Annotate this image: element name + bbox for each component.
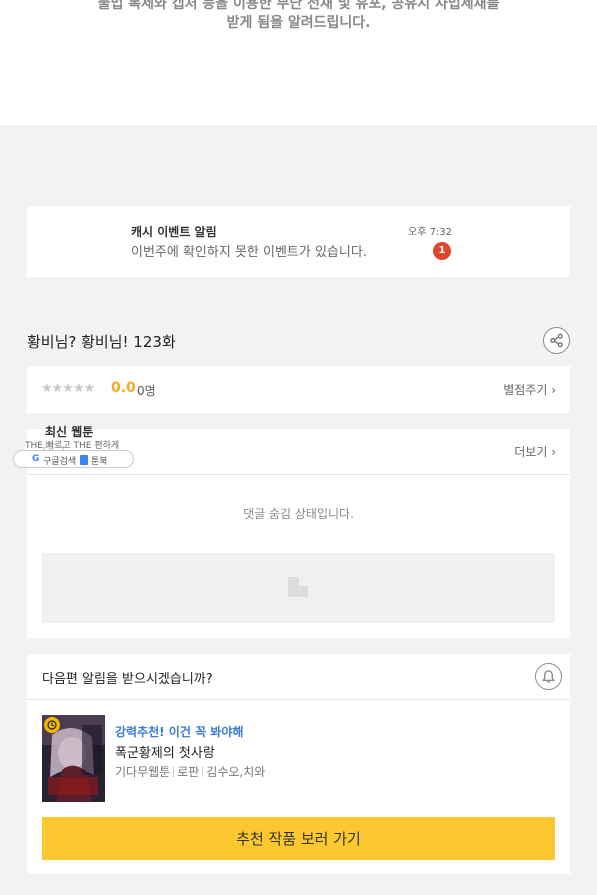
- google-icon: G: [32, 454, 40, 464]
- ad-placeholder[interactable]: [42, 553, 555, 623]
- rating-count: 0명: [137, 384, 156, 398]
- bell-icon: [542, 670, 555, 683]
- latest-webtoon-widget[interactable]: 최신 웹툰 THE 빠르고 THE 편하게 G 구글검색 툰북: [13, 420, 135, 470]
- view-recommended-button[interactable]: 추천 작품 보러 가기: [42, 817, 555, 860]
- rating-bar: ★★★★★ 0.0 0명 별점주기 ›: [27, 366, 570, 413]
- meta-authors: 김수오,치와: [206, 765, 266, 779]
- recommended-title[interactable]: 폭군황제의 첫사랑: [115, 742, 215, 761]
- wait-free-badge: [44, 717, 60, 733]
- share-icon: [550, 333, 563, 348]
- alarm-message: 이번주에 확인하지 못한 이벤트가 있습니다.: [131, 245, 367, 260]
- recommended-meta: 기다무웹툰 로판 김수오,치와: [115, 763, 265, 780]
- unread-count-badge: 1: [433, 242, 451, 260]
- google-search-label: 구글검색: [43, 457, 77, 467]
- clock-icon: [47, 720, 57, 730]
- episode-title: 황비님? 황비님! 123화: [27, 333, 176, 351]
- promo-text: 강력추천! 이건 꼭 봐야해: [115, 725, 244, 739]
- recommended-thumbnail[interactable]: [42, 715, 105, 802]
- share-button[interactable]: [543, 327, 570, 354]
- cash-event-alarm[interactable]: 캐시 이벤트 알림 이번주에 확인하지 못한 이벤트가 있습니다. 오후 7:3…: [27, 206, 570, 277]
- comments-more-link[interactable]: 더보기 ›: [514, 443, 556, 460]
- rating-score: 0.0: [111, 380, 136, 396]
- rating-stars: ★★★★★: [41, 381, 95, 396]
- divider: [27, 699, 570, 700]
- meta-service: 기다무웹툰: [115, 765, 171, 779]
- alarm-time: 오후 7:32: [408, 227, 453, 238]
- meta-separator: [173, 766, 175, 777]
- toonbook-label: 툰북: [91, 457, 108, 467]
- notice-line-2: 받게 됨을 알려드립니다.: [226, 15, 371, 31]
- rate-button[interactable]: 별점주기 ›: [503, 381, 556, 398]
- copyright-notice: 불법 복제와 캡처 등을 이용한 무단 전재 및 유포, 공유시 사법제재를 받…: [0, 0, 597, 125]
- divider: [27, 474, 570, 475]
- widget-search-pill[interactable]: G 구글검색 툰북: [13, 450, 134, 468]
- next-alert-question: 다음편 알림을 받으시겠습니까?: [42, 672, 213, 687]
- meta-genre: 로판: [177, 765, 200, 779]
- comment-hidden-message: 댓글 숨김 상태입니다.: [243, 507, 354, 521]
- next-episode-section: 다음편 알림을 받으시겠습니까? 강력추천! 이건 꼭 봐야해 폭군황제의 첫사…: [27, 654, 570, 874]
- alarm-title: 캐시 이벤트 알림: [131, 225, 217, 239]
- book-icon: [80, 455, 88, 465]
- meta-separator: [202, 766, 204, 777]
- image-placeholder-icon: [288, 577, 308, 597]
- subscribe-alert-button[interactable]: [535, 663, 562, 690]
